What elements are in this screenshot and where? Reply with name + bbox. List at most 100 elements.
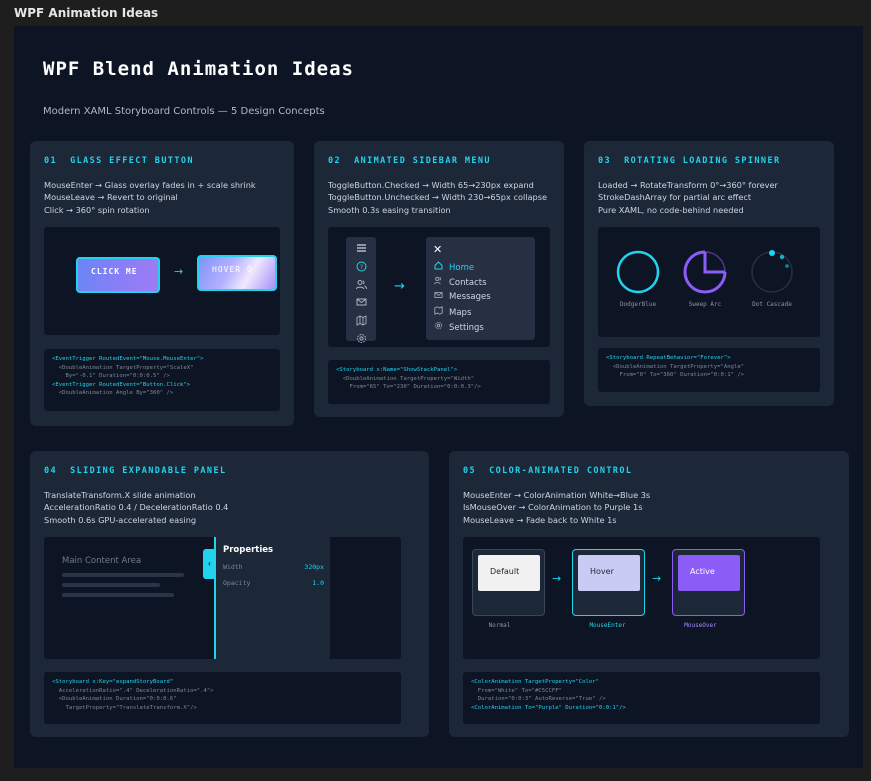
desc-line: StrokeDashArray for partial arc effect (598, 192, 752, 203)
sidebar-item-label: Settings (449, 323, 484, 333)
card-sidebar-menu: 02 ANIMATED SIDEBAR MENU ToggleButton.Ch… (314, 141, 564, 417)
demo-area: Main Content Area Properties Width 320px… (44, 537, 401, 659)
placeholder-bar (62, 583, 160, 587)
state-button[interactable]: Hover (578, 555, 640, 591)
desc-line: MouseEnter → ColorAnimation White→Blue 3… (463, 490, 651, 500)
dot-cascade-spinner (751, 250, 793, 293)
desc-line: ToggleButton.Checked → Width 65→230px ex… (328, 180, 534, 190)
code-snippet: <Storyboard x:Key="expandStoryBoard" Acc… (44, 672, 401, 724)
arrow-right-icon: → (174, 265, 184, 278)
state-button[interactable]: Active (678, 555, 740, 591)
code-line: Duration="0:0:3" AutoReverse="True" /> (471, 696, 606, 702)
code-line: <Storyboard x:Name="ShowStackPanel"> (336, 367, 458, 373)
code-snippet: <ColorAnimation TargetProperty="Color" F… (463, 672, 820, 724)
map-icon (433, 306, 444, 317)
card-description: ToggleButton.Checked → Width 65→230px ex… (328, 179, 547, 216)
arrow-right-icon: → (394, 279, 405, 294)
desc-line: Smooth 0.3s easing transition (328, 204, 451, 215)
desc-line: TranslateTransform.X slide animation (44, 490, 196, 500)
contacts-icon[interactable] (355, 279, 367, 291)
desc-line: AccelerationRatio 0.4 / DecelerationRati… (44, 502, 229, 513)
card-title: 02 ANIMATED SIDEBAR MENU (328, 156, 491, 166)
main-content-area: Main Content Area (44, 537, 204, 659)
card-description: MouseEnter → Glass overlay fades in + sc… (44, 179, 256, 216)
code-line: <DoubleAnimation Angle By="360" /> (52, 390, 174, 396)
close-icon[interactable]: ✕ (433, 243, 442, 256)
code-snippet: <EventTrigger RoutedEvent="Mouse.MouseEn… (44, 349, 280, 411)
card-sliding-panel: 04 SLIDING EXPANDABLE PANEL TranslateTra… (30, 451, 429, 737)
help-icon[interactable]: ? (355, 261, 367, 273)
mail-icon (433, 291, 444, 301)
state-box-active[interactable]: Active (672, 549, 745, 616)
sidebar-item-settings[interactable]: Settings (433, 321, 484, 333)
card-color-animated: 05 COLOR-ANIMATED CONTROL MouseEnter → C… (449, 451, 849, 737)
sidebar-item-home[interactable]: Home (433, 261, 474, 273)
desc-line: MouseLeave → Revert to original (44, 192, 178, 203)
state-caption: Normal (488, 622, 511, 629)
desc-line: Pure XAML, no code-behind needed (598, 204, 744, 215)
sidebar-collapsed: ? (346, 237, 376, 343)
code-line: <ColorAnimation To="Purple" Duration="0:… (471, 704, 626, 711)
desc-line: MouseEnter → Glass overlay fades in + sc… (44, 180, 256, 190)
glass-button-hover[interactable]: HOVER Ò (197, 255, 277, 291)
sidebar-item-label: Home (449, 263, 475, 273)
code-line: <EventTrigger RoutedEvent="Button.Click"… (52, 381, 191, 388)
sidebar-expanded: ✕ Home Contacts Messages Maps Settings (426, 237, 535, 340)
state-box-default[interactable]: Default (472, 549, 545, 616)
code-snippet: <Storyboard RepeatBehavior="Forever"> <D… (598, 348, 820, 392)
prop-value: 320px (304, 563, 324, 571)
code-line: <DoubleAnimation TargetProperty="ScaleX" (52, 364, 194, 371)
window-title: WPF Animation Ideas (14, 6, 159, 20)
content-label: Main Content Area (62, 556, 142, 566)
sidebar-item-label: Contacts (449, 278, 487, 288)
desc-line: Click → 360° spin rotation (44, 204, 150, 215)
contacts-icon (433, 276, 444, 287)
code-line: From="0" To="360" Duration="0:0:1" /> (606, 372, 745, 378)
code-line: AccelerationRatio=".4" DecelerationRatio… (52, 687, 214, 694)
card-description: TranslateTransform.X slide animation Acc… (44, 489, 228, 526)
card-loading-spinner: 03 ROTATING LOADING SPINNER Loaded → Rot… (584, 141, 834, 406)
state-box-hover[interactable]: Hover (572, 549, 645, 616)
arrow-right-icon: → (552, 572, 562, 585)
placeholder-bar (62, 593, 174, 597)
home-icon (433, 261, 444, 272)
glass-button-normal[interactable]: CLICK ME (76, 257, 160, 293)
arrow-right-icon: → (652, 572, 662, 585)
page-title: WPF Blend Animation Ideas (43, 58, 354, 80)
canvas: WPF Blend Animation Ideas Modern XAML St… (14, 26, 863, 768)
card-title: 05 COLOR-ANIMATED CONTROL (463, 466, 633, 476)
hamburger-icon[interactable] (355, 243, 367, 255)
code-line: By="-0.1" Duration="0:0:0.5" /> (52, 373, 170, 379)
properties-title: Properties (223, 545, 274, 555)
desc-line: ToggleButton.Unchecked → Width 230→65px … (328, 192, 548, 203)
code-line: <DoubleAnimation TargetProperty="Width" (336, 375, 475, 382)
sidebar-item-label: Messages (449, 292, 491, 302)
gear-icon (433, 321, 444, 332)
mail-icon[interactable] (355, 297, 367, 309)
ring-spinner (616, 250, 660, 294)
sidebar-item-contacts[interactable]: Contacts (433, 276, 487, 288)
code-line: <DoubleAnimation TargetProperty="Angle" (606, 363, 745, 370)
state-caption: MouseEnter (589, 622, 626, 629)
spinner-label: Dot Cascade (752, 301, 792, 308)
sidebar-item-maps[interactable]: Maps (433, 306, 471, 318)
desc-line: Smooth 0.6s GPU-accelerated easing (44, 514, 197, 525)
code-line: From="65" To="230" Duration="0:0:0.3"/> (336, 384, 481, 390)
desc-line: Loaded → RotateTransform 0°→360° forever (598, 180, 778, 190)
map-icon[interactable] (355, 315, 367, 327)
card-title: 04 SLIDING EXPANDABLE PANEL (44, 466, 227, 476)
demo-area: Default → Hover → Active Normal MouseEnt… (463, 537, 820, 659)
desc-line: MouseLeave → Fade back to White 1s (463, 514, 617, 525)
state-button[interactable]: Default (478, 555, 540, 591)
code-line: <EventTrigger RoutedEvent="Mouse.MouseEn… (52, 356, 204, 362)
page-subtitle: Modern XAML Storyboard Controls — 5 Desi… (43, 106, 325, 117)
sidebar-item-messages[interactable]: Messages (433, 291, 491, 302)
demo-area: DodgerBlue Sweep Arc Dot Cascade (598, 227, 820, 337)
gear-icon[interactable] (355, 333, 367, 345)
expand-tab-chevron-icon[interactable]: ‹ (203, 549, 216, 579)
demo-area: ? → ✕ Home Contacts Messages Maps Settin… (328, 227, 550, 347)
placeholder-bar (62, 573, 184, 577)
code-snippet: <Storyboard x:Name="ShowStackPanel"> <Do… (328, 360, 550, 404)
code-line: <ColorAnimation TargetProperty="Color" (471, 679, 599, 685)
card-description: Loaded → RotateTransform 0°→360° forever… (598, 179, 778, 216)
